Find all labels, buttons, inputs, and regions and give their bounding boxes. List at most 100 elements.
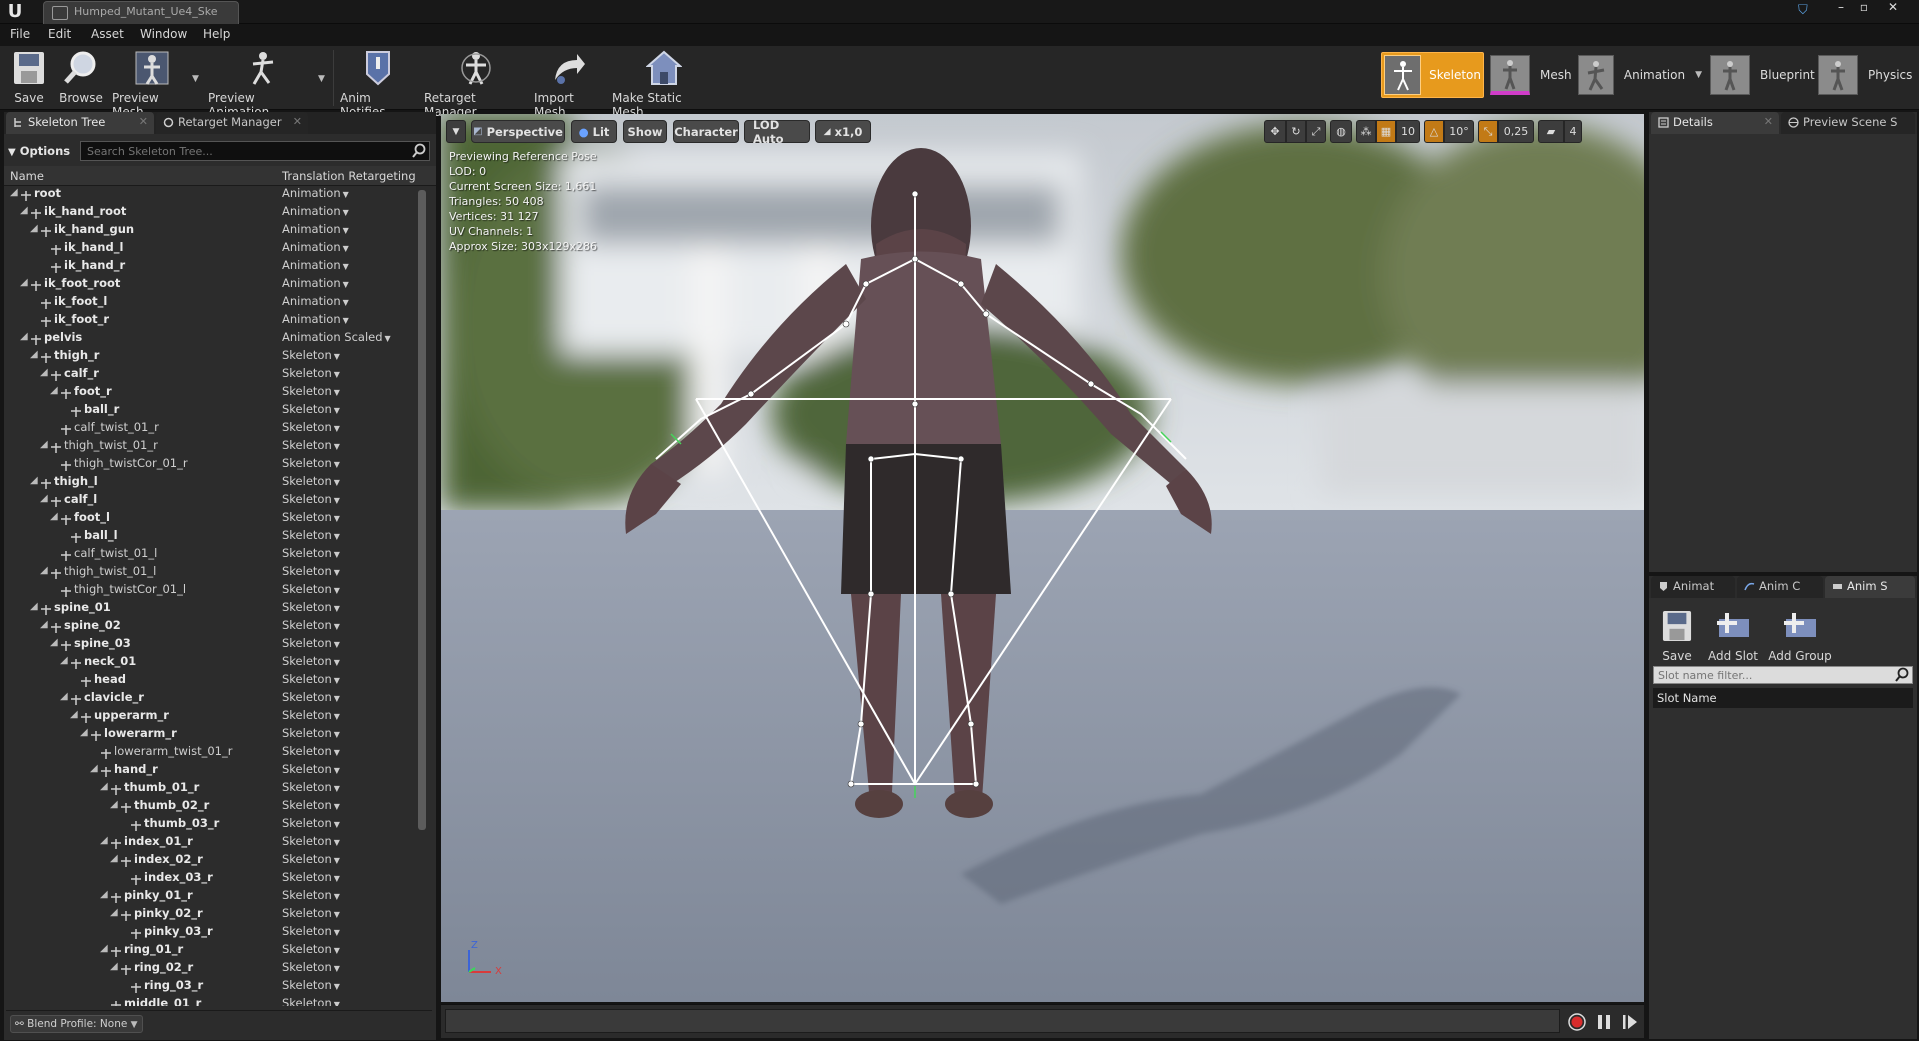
retarget-mode-dropdown[interactable]: Skeleton ▼ <box>282 400 340 420</box>
tab-anim-slot-manager[interactable]: Anim S <box>1825 576 1915 598</box>
expand-arrow-icon[interactable]: ◢ <box>40 616 50 634</box>
expand-arrow-icon[interactable]: ◢ <box>70 706 80 724</box>
retarget-mode-dropdown[interactable]: Animation ▼ <box>282 202 349 222</box>
save-button[interactable]: Save <box>8 46 50 110</box>
bone-row-root[interactable]: ◢ root Animation ▼ <box>4 184 420 202</box>
retarget-mode-dropdown[interactable]: Skeleton ▼ <box>282 724 340 744</box>
bone-row-calf_twist_01_l[interactable]: ◢calf_twist_01_lSkeleton▼ <box>4 544 420 562</box>
expand-arrow-icon[interactable]: ◢ <box>20 274 30 292</box>
retarget-mode-dropdown[interactable]: Animation ▼ <box>282 184 349 204</box>
tab-skeleton-tree[interactable]: Skeleton Tree ✕ <box>6 112 154 134</box>
preview-animation-dropdown-icon[interactable]: ▼ <box>318 74 325 84</box>
preview-animation-button[interactable]: Preview Animation <box>208 46 318 119</box>
expand-arrow-icon[interactable]: ◢ <box>40 562 50 580</box>
expand-arrow-icon[interactable]: ◢ <box>40 490 50 508</box>
retarget-mode-dropdown[interactable]: Animation ▼ <box>282 310 349 330</box>
retarget-mode-dropdown[interactable]: Skeleton ▼ <box>282 580 340 600</box>
bone-row-thigh_r[interactable]: ◢ thigh_r Skeleton ▼ <box>4 346 420 364</box>
document-tab[interactable]: Humped_Mutant_Ue4_Ske <box>43 1 239 24</box>
retarget-mode-dropdown[interactable]: Animation Scaled ▼ <box>282 328 391 348</box>
retarget-mode-dropdown[interactable]: Skeleton ▼ <box>282 382 340 402</box>
expand-arrow-icon[interactable]: ◢ <box>30 220 40 238</box>
bone-row-index_02_r[interactable]: ◢ index_02_r Skeleton ▼ <box>4 850 420 868</box>
grid-snap-icon[interactable]: ▦ <box>1376 120 1396 143</box>
close-tab-icon[interactable]: ✕ <box>293 115 302 128</box>
bone-row-thumb_03_r[interactable]: ◢thumb_03_rSkeleton▼ <box>4 814 420 832</box>
menu-asset[interactable]: Asset <box>91 27 124 41</box>
bone-row-thigh_twistCor_01_r[interactable]: ◢thigh_twistCor_01_rSkeleton▼ <box>4 454 420 472</box>
bone-row-ik_foot_r[interactable]: ◢ik_foot_rAnimation▼ <box>4 310 420 328</box>
bone-row-ik_hand_l[interactable]: ◢ik_hand_lAnimation▼ <box>4 238 420 256</box>
translate-icon[interactable]: ✥ <box>1264 120 1286 143</box>
mode-animation-button[interactable]: Animation ▼ <box>1578 52 1702 98</box>
expand-arrow-icon[interactable]: ◢ <box>50 508 60 526</box>
close-button[interactable]: ✕ <box>1882 0 1904 16</box>
bone-row-pinky_01_r[interactable]: ◢ pinky_01_r Skeleton ▼ <box>4 886 420 904</box>
expand-arrow-icon[interactable]: ◢ <box>30 346 40 364</box>
retarget-mode-dropdown[interactable]: Skeleton ▼ <box>282 418 340 438</box>
animation-mode-dropdown-icon[interactable]: ▼ <box>1695 70 1702 80</box>
retarget-manager-button[interactable]: Retarget Manager <box>424 46 528 119</box>
mode-physics-button[interactable]: Physics <box>1818 52 1918 98</box>
import-mesh-button[interactable]: Import Mesh <box>534 46 604 119</box>
retarget-mode-dropdown[interactable]: Skeleton ▼ <box>282 526 340 546</box>
retarget-mode-dropdown[interactable]: Skeleton ▼ <box>282 472 340 492</box>
retarget-mode-dropdown[interactable]: Skeleton ▼ <box>282 346 340 366</box>
retarget-mode-dropdown[interactable]: Skeleton ▼ <box>282 616 340 636</box>
preview-mesh-dropdown-icon[interactable]: ▼ <box>192 74 199 84</box>
retarget-mode-dropdown[interactable]: Animation ▼ <box>282 256 349 276</box>
retarget-mode-dropdown[interactable]: Skeleton ▼ <box>282 436 340 456</box>
bone-row-ik_hand_r[interactable]: ◢ik_hand_rAnimation▼ <box>4 256 420 274</box>
bone-row-thumb_01_r[interactable]: ◢ thumb_01_r Skeleton ▼ <box>4 778 420 796</box>
bone-row-thigh_twist_01_l[interactable]: ◢ thigh_twist_01_l Skeleton ▼ <box>4 562 420 580</box>
preview-mesh-button[interactable]: Preview Mesh <box>112 46 192 119</box>
close-tab-icon[interactable]: ✕ <box>139 115 148 128</box>
retarget-mode-dropdown[interactable]: Skeleton ▼ <box>282 652 340 672</box>
tab-preview-scene-settings[interactable]: Preview Scene S <box>1781 112 1915 134</box>
retarget-mode-dropdown[interactable]: Skeleton ▼ <box>282 544 340 564</box>
retarget-mode-dropdown[interactable]: Skeleton ▼ <box>282 670 340 690</box>
retarget-mode-dropdown[interactable]: Animation ▼ <box>282 274 349 294</box>
blend-profile-button[interactable]: ⚯ Blend Profile: None ▼ <box>10 1015 143 1033</box>
retarget-mode-dropdown[interactable]: Skeleton ▼ <box>282 454 340 474</box>
bone-row-lowerarm_twist_01_r[interactable]: ◢lowerarm_twist_01_rSkeleton▼ <box>4 742 420 760</box>
menu-window[interactable]: Window <box>140 27 187 41</box>
retarget-mode-dropdown[interactable]: Skeleton ▼ <box>282 868 340 888</box>
pause-icon[interactable] <box>1596 1012 1612 1032</box>
expand-arrow-icon[interactable]: ◢ <box>20 328 30 346</box>
retarget-mode-dropdown[interactable]: Skeleton ▼ <box>282 994 340 1006</box>
retarget-mode-dropdown[interactable]: Skeleton ▼ <box>282 796 340 816</box>
slot-name-filter-input[interactable] <box>1653 666 1913 684</box>
timeline-scrubber[interactable] <box>445 1009 1560 1033</box>
viewport-menu-button[interactable]: ▼ <box>446 120 466 143</box>
expand-arrow-icon[interactable]: ◢ <box>60 688 70 706</box>
bone-row-head[interactable]: ◢headSkeleton▼ <box>4 670 420 688</box>
make-static-mesh-button[interactable]: Make Static Mesh <box>612 46 716 119</box>
retarget-mode-dropdown[interactable]: Skeleton ▼ <box>282 688 340 708</box>
expand-arrow-icon[interactable]: ◢ <box>60 652 70 670</box>
bone-row-ball_l[interactable]: ◢ball_lSkeleton▼ <box>4 526 420 544</box>
expand-arrow-icon[interactable]: ◢ <box>50 382 60 400</box>
bone-row-neck_01[interactable]: ◢ neck_01 Skeleton ▼ <box>4 652 420 670</box>
retarget-mode-dropdown[interactable]: Skeleton ▼ <box>282 760 340 780</box>
bone-row-index_03_r[interactable]: ◢index_03_rSkeleton▼ <box>4 868 420 886</box>
expand-arrow-icon[interactable]: ◢ <box>100 886 110 904</box>
show-button[interactable]: Show <box>623 120 667 143</box>
camera-speed-value[interactable]: 4 <box>1564 120 1582 143</box>
retarget-mode-dropdown[interactable]: Skeleton ▼ <box>282 562 340 582</box>
retarget-mode-dropdown[interactable]: Skeleton ▼ <box>282 922 340 942</box>
options-button[interactable]: ▼ Options ▼ <box>8 141 80 180</box>
bone-row-spine_02[interactable]: ◢ spine_02 Skeleton ▼ <box>4 616 420 634</box>
expand-arrow-icon[interactable]: ◢ <box>40 364 50 382</box>
bone-row-ik_foot_l[interactable]: ◢ik_foot_lAnimation▼ <box>4 292 420 310</box>
viewport[interactable]: ▼ ◩ Perspective ● Lit Show Character LOD… <box>441 114 1644 1002</box>
retarget-mode-dropdown[interactable]: Skeleton ▼ <box>282 778 340 798</box>
retarget-mode-dropdown[interactable]: Skeleton ▼ <box>282 850 340 870</box>
bone-row-pinky_02_r[interactable]: ◢ pinky_02_r Skeleton ▼ <box>4 904 420 922</box>
bone-row-calf_twist_01_r[interactable]: ◢calf_twist_01_rSkeleton▼ <box>4 418 420 436</box>
add-slot-button[interactable]: Add Slot <box>1705 604 1761 666</box>
bone-row-foot_r[interactable]: ◢ foot_r Skeleton ▼ <box>4 382 420 400</box>
minimize-button[interactable]: – <box>1830 0 1852 16</box>
scale-snap-value[interactable]: 0,25 <box>1498 120 1534 143</box>
mode-blueprint-button[interactable]: Blueprint <box>1710 52 1816 98</box>
